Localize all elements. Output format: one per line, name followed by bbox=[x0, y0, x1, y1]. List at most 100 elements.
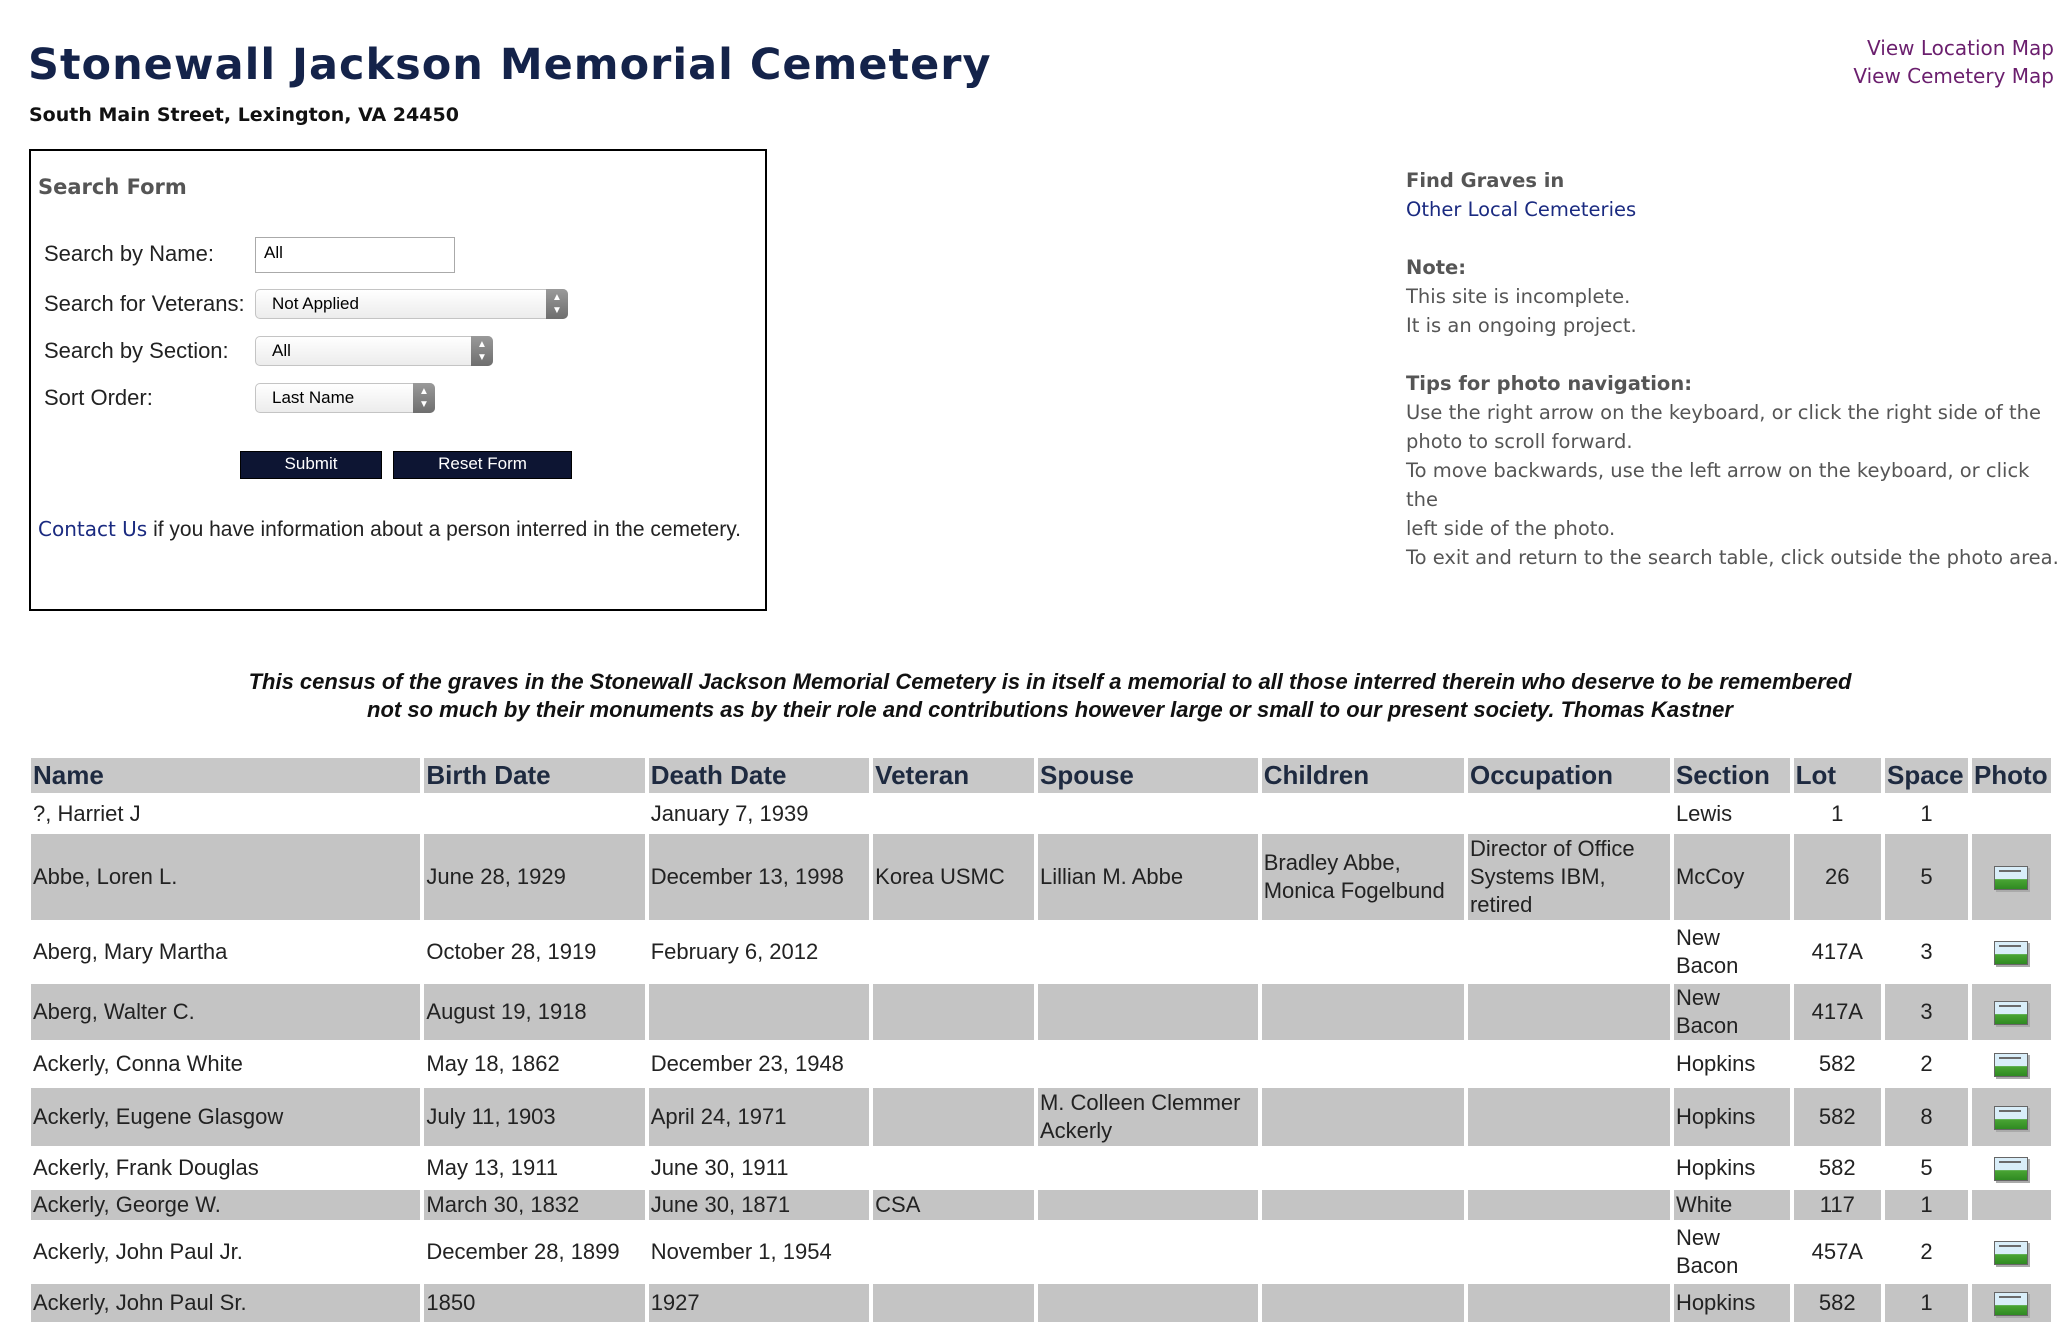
sort-order-select-value: Last Name bbox=[272, 388, 355, 407]
cell-section: New Bacon bbox=[1675, 925, 1739, 978]
select-arrows-icon: ▲ ▼ bbox=[471, 336, 493, 366]
section-select[interactable]: All ▲ ▼ bbox=[255, 336, 493, 366]
cell-veteran bbox=[873, 924, 1034, 980]
veterans-select[interactable]: Not Applied ▲ ▼ bbox=[255, 289, 568, 319]
cell-children bbox=[1262, 1224, 1464, 1280]
cell-name: Ackerly, John Paul Sr. bbox=[31, 1284, 421, 1322]
column-header-name[interactable]: Name bbox=[31, 758, 421, 793]
cell-photo bbox=[1972, 1044, 2051, 1084]
table-row: Ackerly, Conna White May 18, 1862 Decemb… bbox=[31, 1044, 2051, 1084]
cell-birth-date bbox=[424, 797, 644, 830]
cell-space: 5 bbox=[1920, 1155, 1933, 1180]
cell-lot: 417A bbox=[1811, 939, 1863, 964]
photo-icon[interactable] bbox=[1994, 1053, 2029, 1078]
table-row: Ackerly, John Paul Sr. 1850 1927 Hopkins… bbox=[31, 1284, 2051, 1322]
search-form: Search Form Search by Name: All Search f… bbox=[29, 149, 767, 611]
column-header-occupation[interactable]: Occupation bbox=[1467, 758, 1670, 793]
veterans-select-value: Not Applied bbox=[272, 294, 359, 313]
column-header-spouse[interactable]: Spouse bbox=[1037, 758, 1258, 793]
view-location-map-link[interactable]: View Location Map bbox=[1853, 34, 2054, 62]
search-by-name-input[interactable]: All bbox=[255, 237, 455, 273]
column-header-children[interactable]: Children bbox=[1261, 758, 1464, 793]
tips-line: To exit and return to the search table, … bbox=[1406, 546, 2059, 569]
cell-occupation bbox=[1468, 797, 1670, 830]
view-cemetery-map-link[interactable]: View Cemetery Map bbox=[1853, 62, 2054, 90]
cell-section: Hopkins bbox=[1675, 1051, 1756, 1076]
cell-lot: 582 bbox=[1818, 1155, 1856, 1180]
other-local-cemeteries-link[interactable]: Other Local Cemeteries bbox=[1406, 198, 1636, 221]
column-header-death-date[interactable]: Death Date bbox=[648, 758, 870, 793]
cell-section: New Bacon bbox=[1675, 1225, 1739, 1278]
select-arrows-icon: ▲ ▼ bbox=[413, 383, 435, 413]
tips-line: Use the right arrow on the keyboard, or … bbox=[1406, 401, 2041, 424]
photo-icon[interactable] bbox=[1994, 866, 2029, 891]
cell-birth-date: June 28, 1929 bbox=[424, 834, 645, 920]
column-header-birth-date[interactable]: Birth Date bbox=[424, 758, 645, 793]
photo-icon[interactable] bbox=[1994, 941, 2029, 966]
column-header-veteran[interactable]: Veteran bbox=[873, 758, 1034, 793]
cell-lot: 26 bbox=[1793, 834, 1881, 920]
note-line: It is an ongoing project. bbox=[1406, 314, 1637, 337]
photo-icon[interactable] bbox=[1994, 1157, 2029, 1182]
contact-note-text: if you have information about a person i… bbox=[147, 518, 742, 541]
cell-spouse: M. Colleen Clemmer Ackerly bbox=[1037, 1088, 1258, 1146]
column-header-lot[interactable]: Lot bbox=[1793, 758, 1881, 793]
cell-section: Hopkins bbox=[1673, 1088, 1790, 1146]
photo-icon[interactable] bbox=[1994, 1241, 2029, 1266]
photo-icon[interactable] bbox=[1994, 1001, 2029, 1026]
cell-name: Ackerly, John Paul Jr. bbox=[33, 1239, 243, 1264]
photo-icon[interactable] bbox=[1994, 1292, 2029, 1317]
submit-button[interactable]: Submit bbox=[240, 451, 382, 479]
cell-lot: 417A bbox=[1793, 984, 1881, 1040]
note-label: Note: bbox=[1406, 256, 1467, 279]
cell-death-date: June 30, 1911 bbox=[650, 1155, 789, 1180]
cell-children bbox=[1261, 1088, 1464, 1146]
cell-occupation bbox=[1467, 1190, 1670, 1220]
table-row: Abbe, Loren L. June 28, 1929 December 13… bbox=[31, 834, 2051, 920]
reset-form-button[interactable]: Reset Form bbox=[393, 451, 572, 479]
search-veterans-label: Search for Veterans: bbox=[44, 291, 245, 316]
quote-line: This census of the graves in the Stonewa… bbox=[248, 669, 1852, 694]
cell-occupation bbox=[1468, 924, 1670, 980]
search-by-name-label: Search by Name: bbox=[44, 241, 214, 266]
cell-children bbox=[1262, 1044, 1464, 1084]
cell-birth-date: March 30, 1832 bbox=[424, 1190, 645, 1220]
cell-photo bbox=[1972, 797, 2051, 830]
cell-name: Ackerly, Eugene Glasgow bbox=[31, 1088, 421, 1146]
cell-photo bbox=[1971, 1190, 2051, 1220]
contact-us-link[interactable]: Contact Us bbox=[38, 517, 147, 541]
cell-spouse bbox=[1037, 984, 1258, 1040]
cell-section: Hopkins bbox=[1673, 1284, 1790, 1322]
cell-space: 1 bbox=[1920, 800, 1933, 826]
cell-space: 3 bbox=[1920, 939, 1933, 964]
cell-space: 3 bbox=[1884, 984, 1968, 1040]
cell-occupation bbox=[1467, 1284, 1670, 1322]
find-graves-label: Find Graves in bbox=[1406, 169, 1565, 192]
table-row: Ackerly, George W. March 30, 1832 June 3… bbox=[31, 1190, 2051, 1220]
cell-name: Abbe, Loren L. bbox=[31, 834, 421, 920]
cell-name: Aberg, Walter C. bbox=[31, 984, 421, 1040]
table-row: Ackerly, John Paul Jr. December 28, 1899… bbox=[31, 1224, 2051, 1280]
sort-order-select[interactable]: Last Name ▲ ▼ bbox=[255, 383, 435, 413]
cell-veteran bbox=[873, 1088, 1034, 1146]
cell-spouse bbox=[1037, 1190, 1258, 1220]
cell-space: 2 bbox=[1920, 1051, 1933, 1076]
cell-lot: 117 bbox=[1793, 1190, 1881, 1220]
memorial-quote: This census of the graves in the Stonewa… bbox=[220, 668, 1880, 724]
column-header-photo[interactable]: Photo bbox=[1971, 758, 2051, 793]
note-line: This site is incomplete. bbox=[1406, 285, 1631, 308]
sort-order-label: Sort Order: bbox=[44, 385, 153, 410]
cell-children bbox=[1261, 1284, 1464, 1322]
cell-occupation bbox=[1468, 1224, 1670, 1280]
cell-space: 8 bbox=[1884, 1088, 1968, 1146]
photo-icon[interactable] bbox=[1994, 1106, 2029, 1131]
tips-label: Tips for photo navigation: bbox=[1406, 372, 1693, 395]
column-header-space[interactable]: Space bbox=[1884, 758, 1968, 793]
cell-spouse bbox=[1038, 1044, 1258, 1084]
cell-lot: 582 bbox=[1818, 1051, 1856, 1076]
tips-line: photo to scroll forward. bbox=[1406, 430, 1633, 453]
cell-name: Aberg, Mary Martha bbox=[33, 939, 228, 964]
table-row: Aberg, Mary Martha October 28, 1919 Febr… bbox=[31, 924, 2051, 980]
cell-children bbox=[1261, 1190, 1464, 1220]
column-header-section[interactable]: Section bbox=[1673, 758, 1790, 793]
